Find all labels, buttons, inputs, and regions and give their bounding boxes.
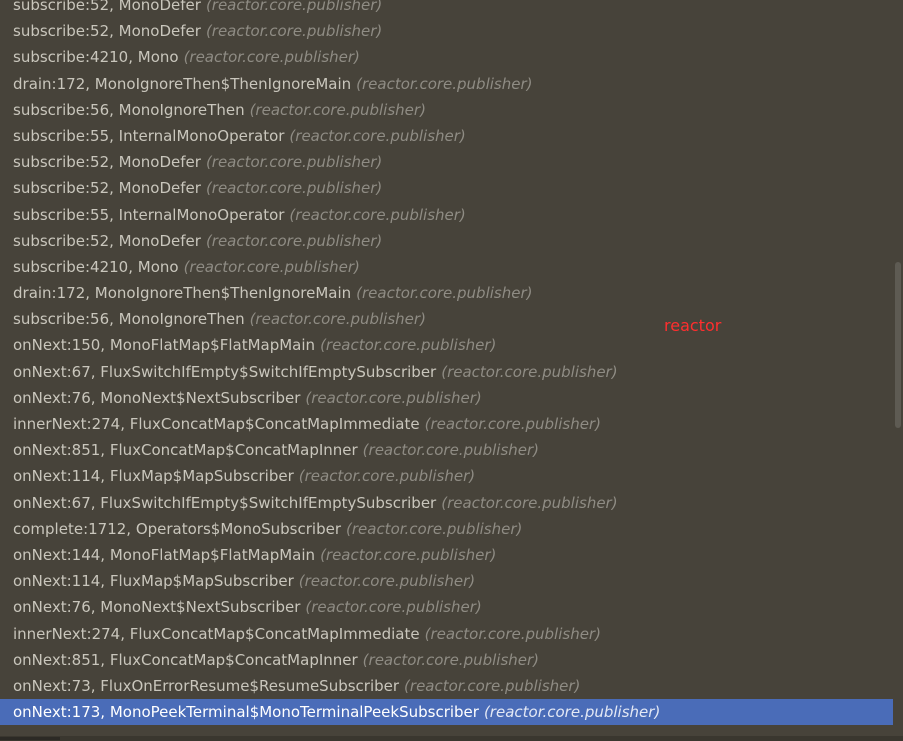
frame-method: onNext:114, FluxMap$MapSubscriber (13, 572, 294, 591)
frame-package: (reactor.core.publisher) (305, 598, 482, 617)
stack-frame[interactable]: subscribe:55, InternalMonoOperator (react… (0, 123, 893, 149)
frame-package: (reactor.core.publisher) (356, 74, 533, 93)
frame-method: subscribe:55, InternalMonoOperator (13, 205, 285, 224)
frame-method: subscribe:52, MonoDefer (13, 231, 201, 250)
stack-frame[interactable]: subscribe:4210, Mono (reactor.core.publis… (0, 44, 893, 70)
frame-method: innerNext:274, FluxConcatMap$ConcatMapIm… (13, 415, 420, 433)
stack-frame[interactable]: subscribe:56, MonoIgnoreThen (reactor.cor… (0, 97, 893, 123)
stack-frame[interactable]: subscribe:52, MonoDefer (reactor.core.pub… (0, 175, 893, 201)
frame-package: (reactor.core.publisher) (404, 676, 581, 695)
frame-package: (reactor.core.publisher) (205, 22, 383, 41)
frame-method: subscribe:4210, Mono (13, 257, 179, 276)
frame-package: (reactor.core.publisher) (424, 624, 601, 643)
frame-package: (reactor.core.publisher) (183, 48, 360, 67)
stack-frame[interactable]: onNext:851, FluxConcatMap$ConcatMapInner… (0, 437, 893, 463)
stack-frame[interactable]: subscribe:55, InternalMonoOperator (react… (0, 202, 893, 228)
stack-frame[interactable]: onNext:114, FluxMap$MapSubscriber (reacto… (0, 568, 893, 594)
frame-package: (reactor.core.publisher) (320, 545, 497, 564)
frame-method: subscribe:55, InternalMonoOperator (13, 126, 285, 145)
frame-package: (reactor.core.publisher) (305, 388, 482, 407)
frame-package: (reactor.core.publisher) (205, 0, 383, 14)
frame-package: (reactor.core.publisher) (249, 100, 426, 119)
frame-method: onNext:173, MonoPeekTerminal$MonoTermina… (13, 703, 479, 722)
frame-package: (reactor.core.publisher) (298, 467, 476, 486)
stack-frame[interactable]: subscribe:52, MonoDefer (reactor.core.pub… (0, 18, 893, 44)
stack-frame[interactable]: subscribe:52, MonoDefer (reactor.core.pub… (0, 0, 893, 18)
stack-frame[interactable]: onNext:67, FluxSwitchIfEmpty$SwitchIfEmp… (0, 490, 893, 516)
stack-frame[interactable]: onNext:851, FluxConcatMap$ConcatMapInner… (0, 647, 893, 673)
stack-frame[interactable]: drain:172, MonoIgnoreThen$ThenIgnoreMain… (0, 71, 893, 97)
frame-package: (reactor.core.publisher) (441, 362, 618, 381)
frame-package: (reactor.core.publisher) (205, 231, 383, 250)
frame-package: (reactor.core.publisher) (424, 415, 601, 433)
stack-frame[interactable]: onNext:114, FluxMap$MapSubscriber (reacto… (0, 463, 893, 489)
frame-package: (reactor.core.publisher) (298, 572, 476, 591)
frame-package: (reactor.core.publisher) (205, 179, 383, 198)
frame-package: (reactor.core.publisher) (320, 336, 497, 355)
frame-method: onNext:76, MonoNext$NextSubscriber (13, 598, 301, 617)
stack-frame[interactable]: subscribe:52, MonoDefer (reactor.core.pub… (0, 228, 893, 254)
vertical-scrollbar[interactable] (893, 0, 903, 741)
frame-method: complete:1712, Operators$MonoSubscriber (13, 519, 341, 538)
stack-frame[interactable]: innerNext:274, FluxConcatMap$ConcatMapIm… (0, 621, 893, 647)
bottom-tab-strip (0, 737, 60, 740)
frame-method: subscribe:52, MonoDefer (13, 153, 201, 172)
frame-package: (reactor.core.publisher) (362, 441, 540, 460)
frame-method: onNext:67, FluxSwitchIfEmpty$SwitchIfEmp… (13, 493, 437, 512)
frame-method: onNext:150, MonoFlatMap$FlatMapMain (13, 336, 316, 355)
frame-method: onNext:144, MonoFlatMap$FlatMapMain (13, 545, 316, 564)
stack-frame-selected[interactable]: onNext:173, MonoPeekTerminal$MonoTermina… (0, 699, 893, 726)
stack-frame[interactable]: subscribe:56, MonoIgnoreThen (reactor.cor… (0, 306, 893, 332)
frame-method: onNext:76, MonoNext$NextSubscriber (13, 388, 301, 407)
stack-frame[interactable]: onNext:150, MonoFlatMap$FlatMapMain (reac… (0, 332, 893, 358)
stack-frame[interactable]: onNext:76, MonoNext$NextSubscriber (react… (0, 594, 893, 620)
stack-frame[interactable]: onNext:144, MonoFlatMap$FlatMapMain (reac… (0, 542, 893, 568)
stack-frame-list[interactable]: subscribe:52, MonoDefer (reactor.core.pub… (0, 0, 893, 726)
scrollbar-thumb[interactable] (895, 262, 901, 428)
frame-method: subscribe:56, MonoIgnoreThen (13, 100, 245, 119)
stack-frame[interactable]: subscribe:4210, Mono (reactor.core.publis… (0, 254, 893, 280)
frame-package: (reactor.core.publisher) (289, 126, 466, 145)
frame-method: onNext:73, FluxOnErrorResume$ResumeSubsc… (13, 676, 400, 695)
frame-method: subscribe:52, MonoDefer (13, 0, 201, 14)
frame-method: onNext:67, FluxSwitchIfEmpty$SwitchIfEmp… (13, 362, 437, 381)
frame-method: subscribe:4210, Mono (13, 48, 179, 67)
stack-frame[interactable]: onNext:76, MonoNext$NextSubscriber (react… (0, 385, 893, 411)
frame-method: onNext:851, FluxConcatMap$ConcatMapInner (13, 441, 358, 460)
stack-frame[interactable]: onNext:73, FluxOnErrorResume$ResumeSubsc… (0, 673, 893, 699)
frame-package: (reactor.core.publisher) (289, 205, 466, 224)
frame-package: (reactor.core.publisher) (183, 257, 360, 276)
frame-package: (reactor.core.publisher) (205, 153, 383, 172)
frame-method: innerNext:274, FluxConcatMap$ConcatMapIm… (13, 624, 420, 643)
frame-package: (reactor.core.publisher) (249, 310, 426, 329)
frame-method: subscribe:56, MonoIgnoreThen (13, 310, 245, 329)
stack-frame[interactable]: drain:172, MonoIgnoreThen$ThenIgnoreMain… (0, 280, 893, 306)
frame-method: subscribe:52, MonoDefer (13, 22, 201, 41)
debugger-frames-panel: subscribe:52, MonoDefer (reactor.core.pub… (0, 0, 903, 741)
annotation-label: reactor (664, 316, 722, 335)
frame-method: onNext:851, FluxConcatMap$ConcatMapInner (13, 650, 358, 669)
frame-package: (reactor.core.publisher) (362, 650, 540, 669)
frame-method: onNext:114, FluxMap$MapSubscriber (13, 467, 294, 486)
frame-package: (reactor.core.publisher) (483, 703, 661, 722)
frame-package: (reactor.core.publisher) (356, 284, 533, 303)
frame-method: drain:172, MonoIgnoreThen$ThenIgnoreMain (13, 74, 352, 93)
stack-frame[interactable]: innerNext:274, FluxConcatMap$ConcatMapIm… (0, 411, 893, 437)
frame-method: drain:172, MonoIgnoreThen$ThenIgnoreMain (13, 284, 352, 303)
stack-frame[interactable]: complete:1712, Operators$MonoSubscriber (… (0, 516, 893, 542)
frame-package: (reactor.core.publisher) (346, 519, 523, 538)
stack-frame[interactable]: onNext:67, FluxSwitchIfEmpty$SwitchIfEmp… (0, 359, 893, 385)
frame-method: subscribe:52, MonoDefer (13, 179, 201, 198)
frame-package: (reactor.core.publisher) (441, 493, 618, 512)
stack-frame[interactable]: subscribe:52, MonoDefer (reactor.core.pub… (0, 149, 893, 175)
panel-bottom-edge (0, 736, 903, 741)
